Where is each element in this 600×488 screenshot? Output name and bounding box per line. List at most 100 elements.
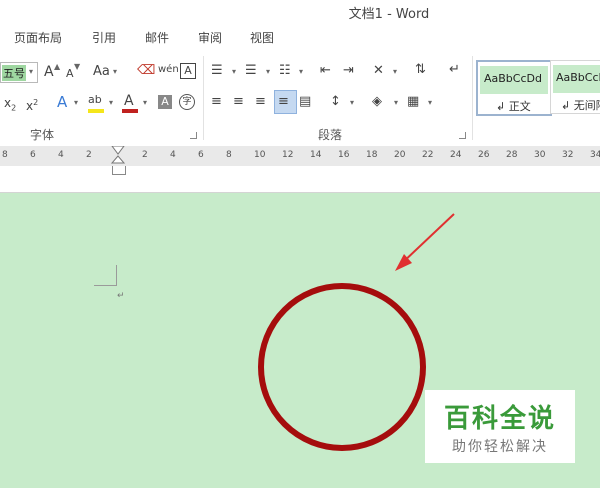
enclose-characters-button[interactable]: 字 (179, 94, 195, 110)
font-size-dropdown-icon[interactable]: ▾ (29, 67, 33, 76)
group-separator (203, 56, 204, 140)
tab-review[interactable]: 审阅 (198, 29, 222, 46)
tab-page-layout[interactable]: 页面布局 (14, 29, 62, 46)
line-spacing-dropdown-icon[interactable]: ▾ (350, 98, 354, 107)
ruler-tick-label: 26 (478, 150, 490, 160)
ruler-tick-label: 30 (534, 150, 546, 160)
borders-dropdown-icon[interactable]: ▾ (428, 98, 432, 107)
clear-format-icon[interactable]: ⌫ (137, 63, 155, 79)
superscript-button[interactable]: x2 (26, 95, 38, 114)
watermark-subtitle: 助你轻松解决 (452, 439, 548, 455)
style-normal[interactable]: AaBbCcDd ↲ 正文 (476, 60, 552, 116)
indent-marker-icon[interactable] (110, 146, 126, 166)
ruler-tick-label: 18 (366, 150, 378, 160)
watermark-box: 百科全说 助你轻松解决 (425, 390, 575, 463)
ribbon: 五号 ▾ A ▲ A ▼ Aa ▾ ⌫ wén A x2 x2 A ▾ ab ▾… (0, 50, 600, 147)
font-color-button[interactable]: A (124, 93, 134, 109)
watermark-title: 百科全说 (443, 404, 556, 434)
ruler-tick-label: 8 (226, 150, 232, 160)
document-canvas[interactable]: ↵ 百科全说 助你轻松解决 (0, 193, 600, 488)
tab-references[interactable]: 引用 (92, 29, 116, 46)
ruler-tick-label: 14 (310, 150, 322, 160)
group-separator (472, 56, 473, 140)
ruler-tick-label: 2 (142, 150, 148, 160)
ruler-tick-label: 32 (562, 150, 574, 160)
annotation-arrow-line (399, 213, 455, 266)
line-spacing-icon[interactable]: ↕ (330, 94, 341, 110)
style-name: ↲ 正文 (496, 100, 531, 113)
align-center-icon[interactable]: ≡ (233, 94, 244, 110)
ruler-tick-label: 2 (86, 150, 92, 160)
ruler-tick-label: 12 (282, 150, 294, 160)
sort-icon[interactable]: ⇅ (415, 62, 426, 78)
subscript-button[interactable]: x2 (4, 95, 16, 116)
left-indent-marker-icon[interactable] (112, 166, 126, 175)
bullets-icon[interactable]: ☰ (211, 63, 223, 79)
style-name: ↲ 无间隔 (561, 97, 600, 113)
ruler-tick-label: 28 (506, 150, 518, 160)
ruler-tick-label: 8 (2, 150, 8, 160)
shading-dropdown-icon[interactable]: ▾ (394, 98, 398, 107)
ruler-tick-label: 16 (338, 150, 350, 160)
numbering-icon[interactable]: ☰ (245, 63, 257, 79)
shrink-font-button[interactable]: A (66, 66, 74, 82)
font-color-bar (122, 109, 138, 113)
multilevel-list-icon[interactable]: ☷ (279, 63, 291, 79)
text-effect-button[interactable]: A (57, 94, 67, 110)
font-size-value: 五号 (2, 65, 26, 81)
font-size-box[interactable]: 五号 ▾ (0, 62, 38, 83)
show-formatting-icon[interactable]: ↵ (449, 62, 460, 78)
style-preview-text: AaBbCcI (556, 71, 600, 84)
window-title: 文档1 - Word (348, 7, 430, 22)
paragraph-group-label: 段落 (318, 128, 343, 142)
ruler-tick-label: 6 (30, 150, 36, 160)
horizontal-ruler[interactable]: 8 6 4 2 2 4 6 8 10 12 14 16 18 20 22 24 26 28 30 32 34 (0, 146, 600, 166)
align-right-icon[interactable]: ≡ (255, 94, 266, 110)
align-left-icon[interactable]: ≡ (211, 94, 222, 110)
asian-layout-icon[interactable]: ✕ (373, 63, 384, 79)
style-name-text: 无间隔 (573, 99, 600, 112)
paragraph-dialog-launcher-icon[interactable] (459, 132, 466, 139)
text-effect-dropdown-icon[interactable]: ▾ (74, 98, 78, 107)
font-dialog-launcher-icon[interactable] (190, 132, 197, 139)
style-no-spacing[interactable]: AaBbCcI ↲ 无间隔 (550, 60, 600, 114)
annotation-circle (258, 283, 426, 451)
style-name-text: 正文 (508, 100, 531, 113)
tab-view[interactable]: 视图 (250, 29, 274, 46)
shrink-font-icon: ▼ (74, 62, 81, 71)
grow-font-button[interactable]: A (44, 64, 54, 80)
shading-icon[interactable]: ◈ (372, 94, 382, 110)
asian-layout-dropdown-icon[interactable]: ▾ (393, 67, 397, 76)
ruler-tick-label: 10 (254, 150, 266, 160)
distributed-icon[interactable]: ▤ (299, 94, 311, 110)
decrease-indent-icon[interactable]: ⇤ (320, 63, 331, 79)
highlight-color-bar (88, 109, 104, 113)
increase-indent-icon[interactable]: ⇥ (343, 63, 354, 79)
highlight-dropdown-icon[interactable]: ▾ (109, 98, 113, 107)
font-color-dropdown-icon[interactable]: ▾ (143, 98, 147, 107)
multilevel-dropdown-icon[interactable]: ▾ (299, 67, 303, 76)
ruler-tick-label: 4 (58, 150, 64, 160)
ruler-tick-label: 4 (170, 150, 176, 160)
justify-icon: ≡ (278, 94, 289, 109)
bullets-dropdown-icon[interactable]: ▾ (232, 67, 236, 76)
ruler-tick-label: 20 (394, 150, 406, 160)
tab-mailings[interactable]: 邮件 (145, 29, 169, 46)
character-border-button[interactable]: A (180, 63, 196, 79)
numbering-dropdown-icon[interactable]: ▾ (266, 67, 270, 76)
ruler-band (0, 166, 600, 193)
ruler-tick-label: 6 (198, 150, 204, 160)
change-case-button[interactable]: Aa (93, 64, 110, 80)
ruler-tick-label: 24 (450, 150, 462, 160)
character-shading-button[interactable]: A (158, 95, 172, 109)
ruler-tick-label: 22 (422, 150, 434, 160)
phonetic-guide-button[interactable]: wén (158, 62, 179, 78)
style-preview-text: AaBbCcDd (484, 72, 542, 85)
ruler-tick-label: 34 (590, 150, 600, 160)
title-bar: 文档1 - Word (0, 0, 600, 24)
change-case-dropdown-icon[interactable]: ▾ (113, 67, 117, 76)
ribbon-tabs: 页面布局 引用 邮件 审阅 视图 (0, 24, 600, 50)
highlight-button[interactable]: ab (88, 92, 102, 108)
grow-font-icon: ▲ (54, 62, 61, 71)
borders-icon[interactable]: ▦ (407, 94, 419, 110)
